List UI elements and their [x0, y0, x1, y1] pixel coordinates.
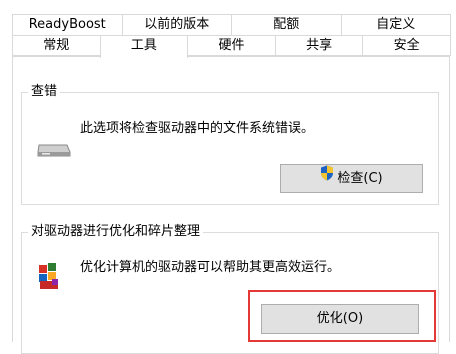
check-button-label: 检查(C)	[337, 171, 383, 186]
error-check-group: 查错 此选项将检查驱动器中的文件系统错误。 检查(C)	[21, 83, 439, 205]
error-check-description: 此选项将检查驱动器中的文件系统错误。	[80, 121, 315, 136]
tab-general[interactable]: 常规	[12, 35, 101, 56]
highlight-box	[248, 290, 436, 342]
tab-readyboost[interactable]: ReadyBoost	[12, 14, 123, 35]
tab-row-top: ReadyBoost 以前的版本 配额 自定义	[12, 14, 451, 35]
tab-row-bottom: 常规 工具 硬件 共享 安全	[12, 35, 451, 58]
tab-sharing[interactable]: 共享	[274, 35, 364, 56]
tab-security[interactable]: 安全	[362, 35, 451, 56]
drive-icon	[36, 139, 72, 163]
tab-previous-versions[interactable]: 以前的版本	[121, 14, 232, 35]
optimize-title: 对驱动器进行优化和碎片整理	[28, 223, 204, 241]
optimize-description: 优化计算机的驱动器可以帮助其更高效运行。	[80, 260, 341, 275]
tab-quota[interactable]: 配额	[231, 14, 342, 35]
check-button[interactable]: 检查(C)	[280, 164, 423, 193]
tab-hardware[interactable]: 硬件	[187, 35, 276, 56]
defrag-icon	[36, 259, 62, 295]
error-check-title: 查错	[28, 83, 61, 101]
tab-tools[interactable]: 工具	[99, 35, 189, 58]
uac-shield-icon	[320, 164, 334, 191]
tab-customize[interactable]: 自定义	[340, 14, 451, 35]
